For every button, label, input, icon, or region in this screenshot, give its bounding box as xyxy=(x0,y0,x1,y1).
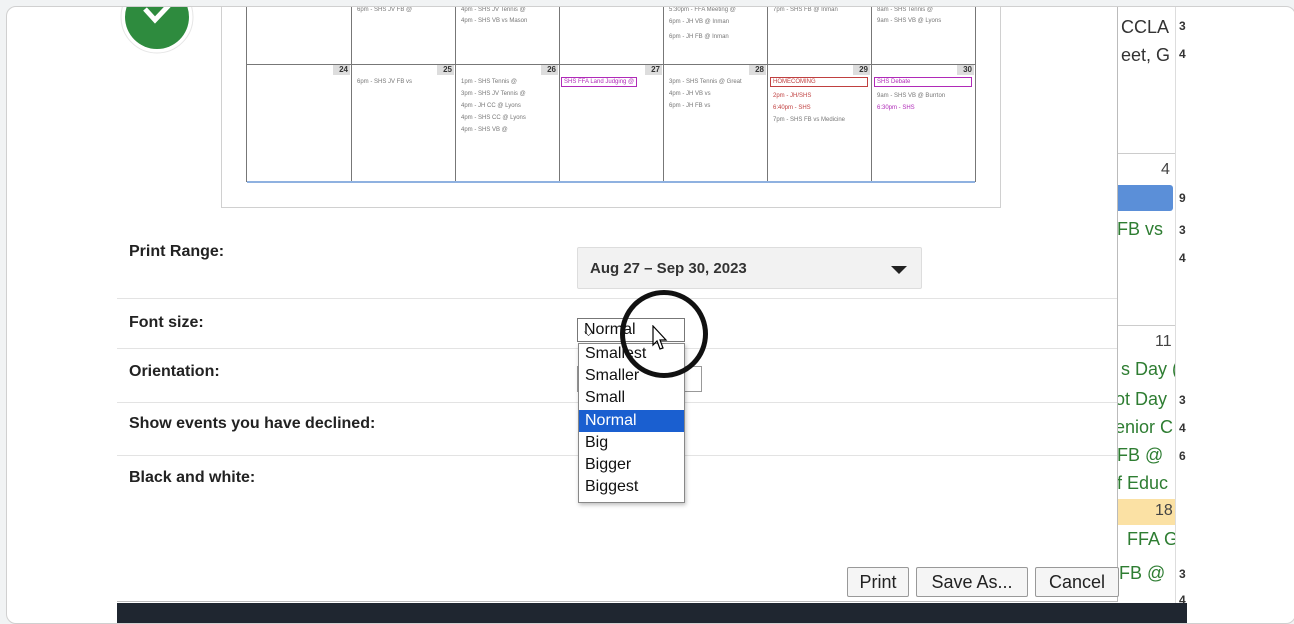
preview-day-number: 28 xyxy=(749,65,766,75)
preview-event: 7pm - SHS FB @ Inman xyxy=(773,7,838,13)
bg-text: FB vs xyxy=(1117,219,1164,239)
preview-day-number: 30 xyxy=(957,65,974,75)
preview-event: 4pm - JH VB vs xyxy=(669,91,711,97)
preview-event: 6pm - JH FB vs xyxy=(669,103,711,109)
bg-text: ot Day xyxy=(1115,389,1168,409)
print-preview: 24 25 26 27 28 29 30 6pm - SHS JV FB @ 4… xyxy=(221,7,1001,208)
preview-event: 4pm - SHS CC @ Lyons xyxy=(461,115,526,121)
preview-event: 4pm - SHS VB vs Mason xyxy=(461,18,528,24)
bg-side-number: 4 xyxy=(1179,421,1186,435)
bg-side-column: 3 4 9 3 4 3 4 6 3 4 xyxy=(1175,7,1190,623)
bg-side-number: 3 xyxy=(1179,567,1186,581)
preview-event: 4pm - SHS JV Tennis @ xyxy=(461,7,526,13)
preview-day-number: 25 xyxy=(437,65,454,75)
screenshot-frame: CCLA eet, G 4 FB vs 11 s Day ( ot Day en… xyxy=(6,6,1294,624)
bg-event-bar xyxy=(1115,185,1173,211)
preview-event: 1pm - SHS Tennis @ xyxy=(461,79,518,85)
preview-day-number: 26 xyxy=(541,65,558,75)
font-size-option[interactable]: Bigger xyxy=(579,454,684,476)
preview-event: 7pm - SHS FB vs Medicine xyxy=(773,117,846,123)
preview-calendar: 24 25 26 27 28 29 30 6pm - SHS JV FB @ 4… xyxy=(246,7,976,183)
mouse-cursor-icon xyxy=(652,325,668,350)
bg-side-number: 3 xyxy=(1179,223,1186,237)
font-size-label: Font size: xyxy=(129,314,204,331)
preview-event: 6pm - SHS JV FB @ xyxy=(357,7,413,13)
bg-side-number: 4 xyxy=(1179,251,1186,265)
print-range-value: Aug 27 – Sep 30, 2023 xyxy=(590,260,747,277)
preview-event: 2pm - JH/SHS xyxy=(773,93,812,99)
font-size-option[interactable]: Small xyxy=(579,387,684,409)
bg-text: eet, G xyxy=(1121,45,1171,65)
bg-text: FB @ xyxy=(1117,445,1164,465)
bg-text: f Educ xyxy=(1117,473,1169,493)
print-button[interactable]: Print xyxy=(847,567,909,597)
preview-event-tag: HOMECOMING xyxy=(770,77,868,87)
preview-event: 4pm - SHS VB @ xyxy=(461,127,508,133)
preview-event-tag: SHS FFA Land Judging @ xyxy=(561,77,638,87)
bg-side-number: 4 xyxy=(1179,47,1186,61)
preview-event: 3pm - SHS Tennis @ Great xyxy=(669,79,742,85)
bg-side-number: 9 xyxy=(1179,191,1186,205)
bg-side-number: 6 xyxy=(1179,449,1186,463)
bg-day-number: 11 xyxy=(1155,333,1172,350)
preview-event: 3pm - SHS JV Tennis @ xyxy=(461,91,526,97)
save-as-button[interactable]: Save As... xyxy=(916,567,1028,597)
dropdown-triangle-icon xyxy=(891,266,907,274)
declined-label: Show events you have declined: xyxy=(129,415,376,432)
bg-day-number: 4 xyxy=(1161,161,1170,178)
preview-event: 8am - SHS Tennis @ xyxy=(877,7,934,13)
bg-day-number: 18 xyxy=(1155,502,1173,519)
bg-text: enior C xyxy=(1115,417,1174,437)
taskbar xyxy=(117,603,1187,623)
preview-event-tag: SHS Debate xyxy=(874,77,972,87)
font-size-option[interactable]: Biggest xyxy=(579,476,684,498)
print-range-label: Print Range: xyxy=(129,243,225,260)
check-logo-icon xyxy=(120,7,194,54)
bg-text: FB @ xyxy=(1119,563,1166,583)
preview-event: 6pm - JH FB @ Inman xyxy=(669,34,729,40)
preview-event: 6pm - JH VB @ Inman xyxy=(669,19,730,25)
print-dialog: 24 25 26 27 28 29 30 6pm - SHS JV FB @ 4… xyxy=(117,7,1119,602)
preview-day-number: 27 xyxy=(645,65,662,75)
preview-event: 9am - SHS VB @ Lyons xyxy=(877,18,942,24)
cancel-button[interactable]: Cancel xyxy=(1035,567,1119,597)
orientation-label: Orientation: xyxy=(129,363,220,380)
preview-day-number: 29 xyxy=(853,65,870,75)
print-range-select[interactable]: Aug 27 – Sep 30, 2023 xyxy=(577,247,922,289)
background-calendar: CCLA eet, G 4 FB vs 11 s Day ( ot Day en… xyxy=(1115,7,1195,623)
preview-day-number: 24 xyxy=(333,65,350,75)
black-white-label: Black and white: xyxy=(129,469,256,486)
bg-text: CCLA xyxy=(1121,17,1170,37)
preview-event: 6pm - SHS JV FB vs xyxy=(357,79,413,85)
bg-side-number: 3 xyxy=(1179,19,1186,33)
preview-event: 6:40pm - SHS xyxy=(773,105,811,111)
bg-text: s Day ( xyxy=(1121,359,1179,379)
preview-event: 9am - SHS VB @ Burrton xyxy=(877,93,946,99)
font-size-option-selected[interactable]: Normal xyxy=(579,410,684,432)
preview-event: 5:30pm - FFA Meeting @ xyxy=(669,7,736,13)
preview-event: 6:30pm - SHS xyxy=(877,105,915,111)
font-size-option[interactable]: Big xyxy=(579,432,684,454)
preview-event: 4pm - JH CC @ Lyons xyxy=(461,103,521,109)
bg-side-number: 3 xyxy=(1179,393,1186,407)
